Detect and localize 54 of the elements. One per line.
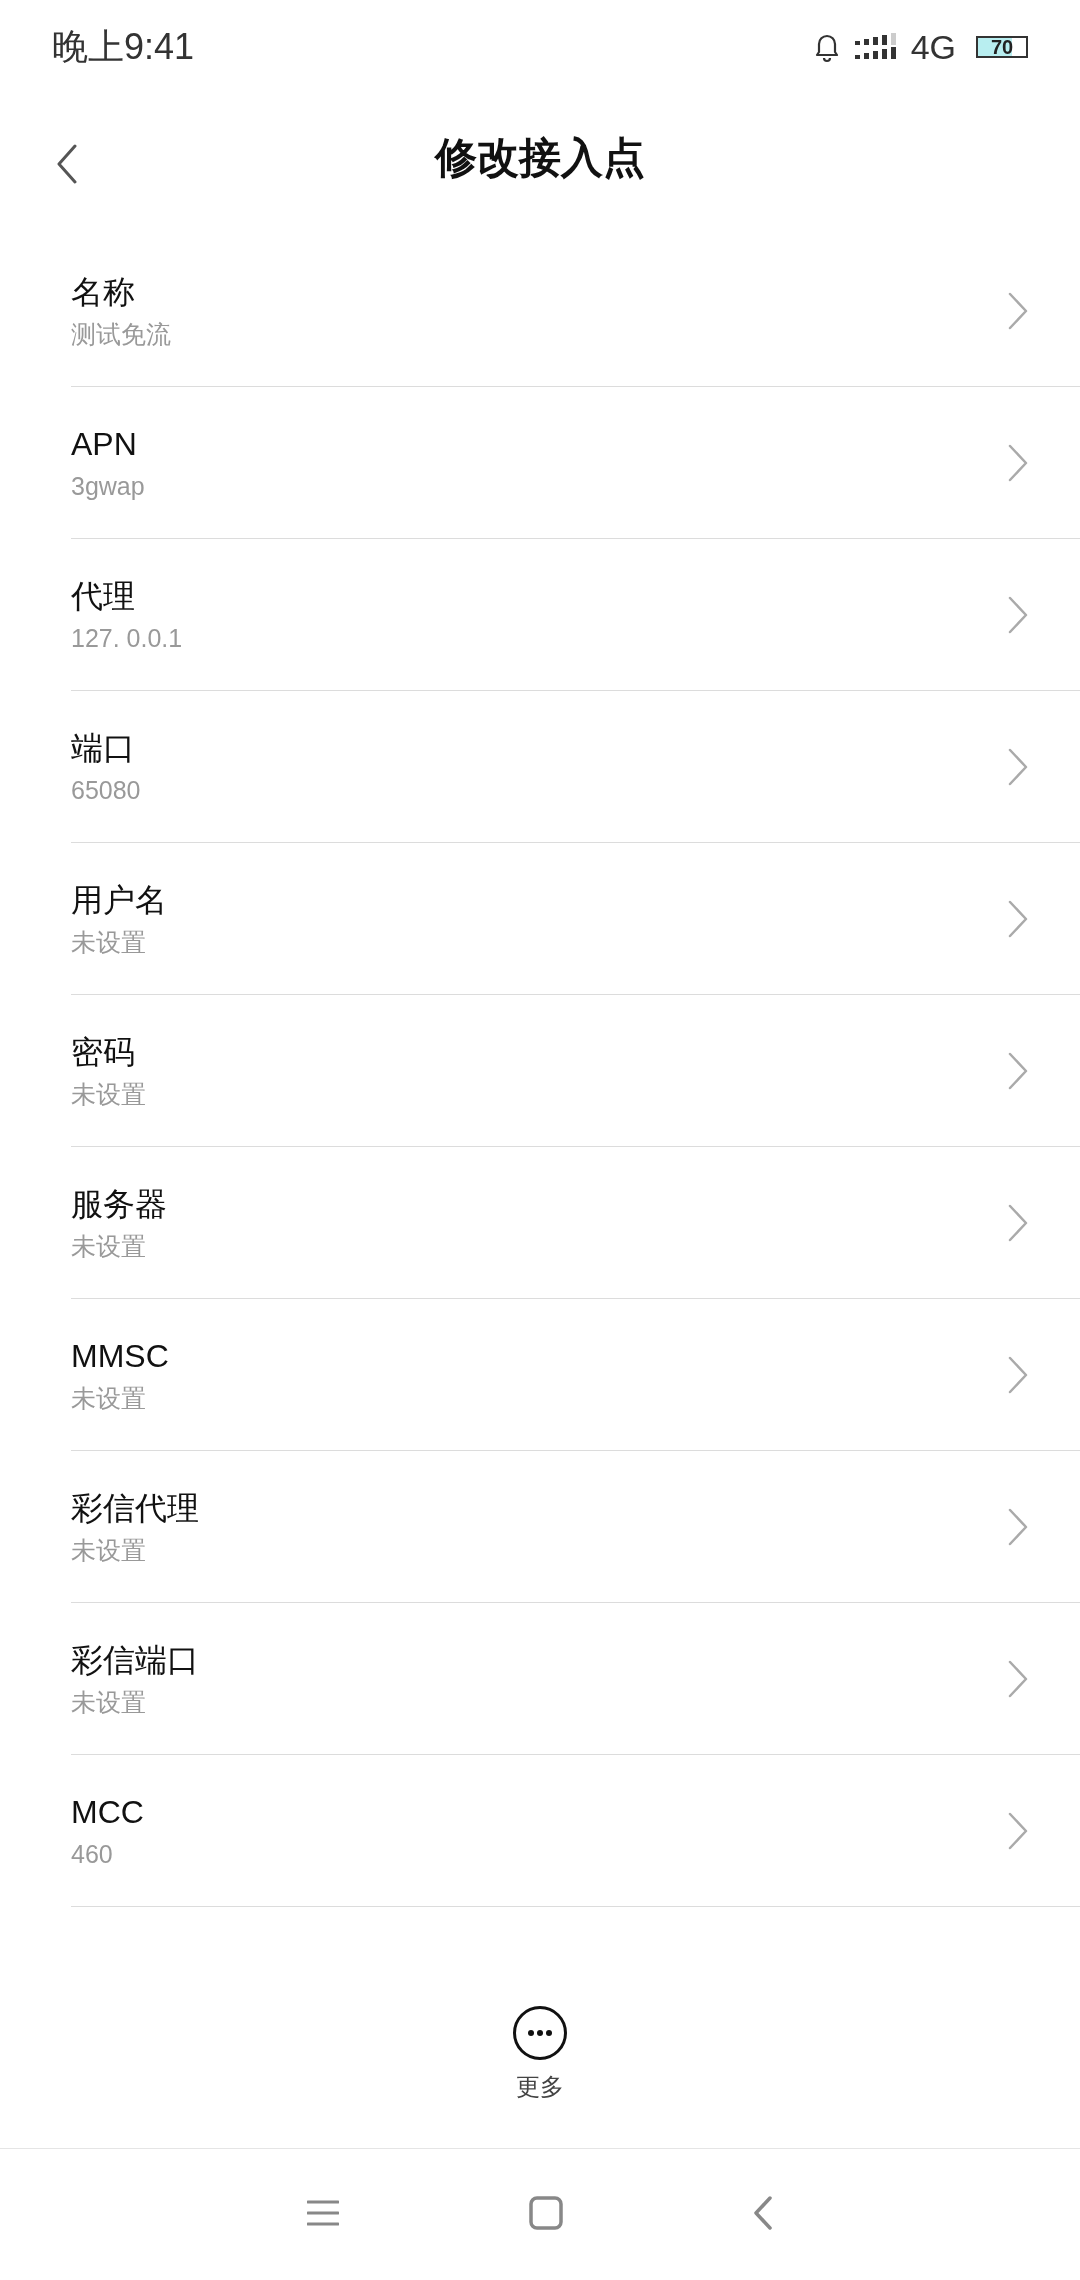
battery-level: 70 (989, 38, 1015, 56)
network-type: 4G (910, 26, 956, 68)
item-title: 彩信端口 (71, 1640, 199, 1680)
status-time: 晚上9:41 (52, 25, 195, 69)
list-item[interactable]: 服务器 未设置 (71, 1147, 1080, 1299)
item-value: 460 (71, 1838, 114, 1870)
chevron-icon (1008, 899, 1028, 938)
list-item[interactable]: 密码 未设置 (71, 995, 1080, 1147)
item-value: 127. 0.0.1 (71, 622, 183, 654)
list-item[interactable]: 名称 测试免流 (71, 235, 1080, 387)
list-item[interactable]: 代理 127. 0.0.1 (71, 539, 1080, 691)
list-item[interactable]: 用户名 未设置 (71, 843, 1080, 995)
item-value: 未设置 (71, 1382, 147, 1414)
chevron-icon (1008, 1811, 1028, 1850)
list-item[interactable]: APN 3gwap (71, 387, 1080, 539)
back-icon[interactable] (753, 2195, 773, 2230)
item-value: 未设置 (71, 1534, 147, 1566)
item-value: 未设置 (71, 926, 147, 958)
chevron-icon (1008, 291, 1028, 330)
chevron-icon (1008, 595, 1028, 634)
list-item[interactable]: MMSC 未设置 (71, 1299, 1080, 1451)
list-item[interactable]: 彩信端口 未设置 (71, 1603, 1080, 1755)
item-title: MMSC (71, 1336, 169, 1376)
chevron-icon (1008, 1051, 1028, 1090)
item-title: 服务器 (71, 1184, 167, 1224)
item-title: 用户名 (71, 880, 167, 920)
item-title: MCC (71, 1792, 144, 1832)
list-item[interactable]: 端口 65080 (71, 691, 1080, 843)
list-item[interactable]: 彩信代理 未设置 (71, 1451, 1080, 1603)
home-icon[interactable] (529, 2195, 563, 2230)
item-value: 未设置 (71, 1686, 147, 1718)
chevron-icon (1008, 443, 1028, 482)
item-title: 密码 (71, 1032, 136, 1072)
page-title: 修改接入点 (435, 133, 645, 183)
chevron-icon (1008, 1659, 1028, 1698)
item-value: 测试免流 (71, 318, 171, 350)
more-button[interactable]: 更多 (512, 2005, 568, 2105)
chevron-icon (1008, 747, 1028, 786)
list-item[interactable]: MCC 460 (71, 1755, 1080, 1907)
item-title: 代理 (71, 576, 136, 616)
menu-icon[interactable] (307, 2198, 339, 2227)
item-title: 名称 (71, 272, 136, 312)
item-title: 彩信代理 (71, 1488, 199, 1528)
item-title: APN (71, 424, 138, 464)
chevron-icon (1008, 1355, 1028, 1394)
item-value: 3gwap (71, 470, 145, 502)
back-icon[interactable] (56, 144, 78, 184)
item-value: 65080 (71, 774, 141, 806)
item-value: 未设置 (71, 1078, 146, 1110)
chevron-icon (1008, 1203, 1028, 1242)
item-value: 未设置 (71, 1230, 147, 1262)
chevron-icon (1008, 1507, 1028, 1546)
item-title: 端口 (71, 728, 136, 768)
more-icon (512, 2005, 568, 2061)
